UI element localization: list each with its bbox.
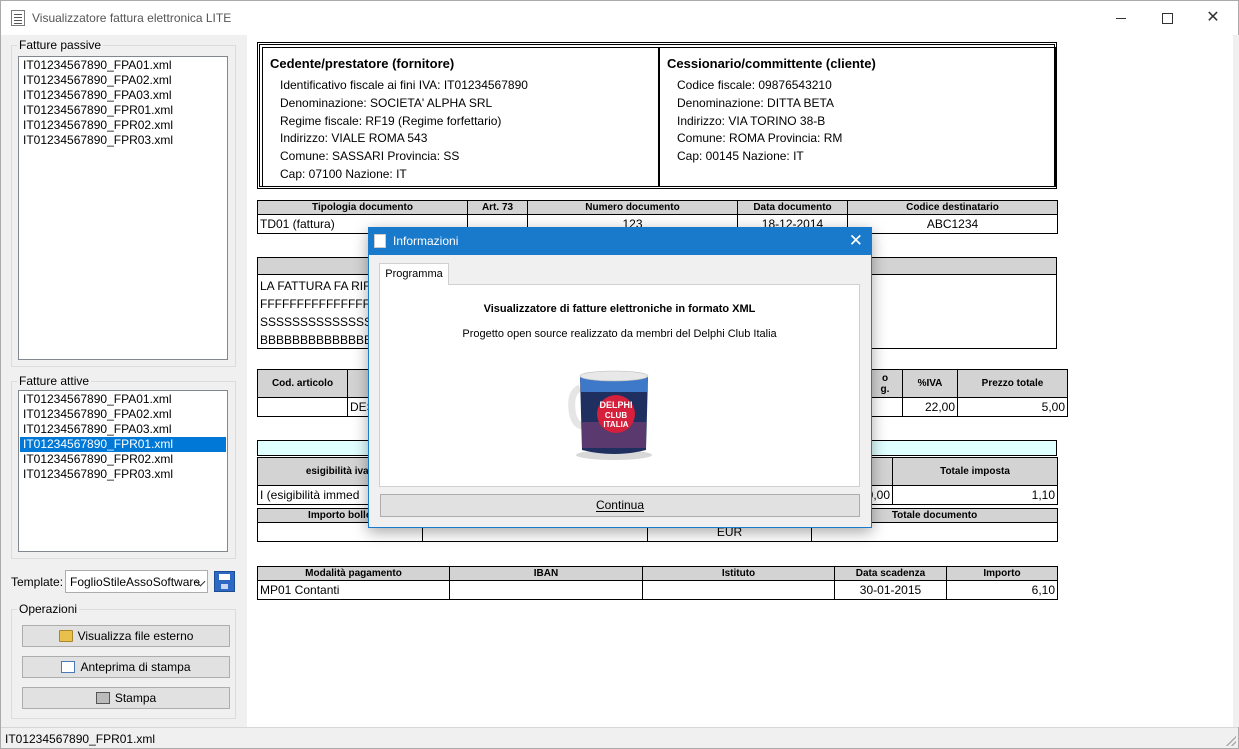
operations-label: Operazioni	[17, 602, 80, 616]
print-preview-icon	[61, 661, 76, 673]
table-header: Istituto	[642, 566, 835, 581]
list-item[interactable]: IT01234567890_FPR02.xml	[20, 118, 226, 133]
list-item[interactable]: IT01234567890_FPA02.xml	[20, 73, 226, 88]
tab-programma[interactable]: Programma	[379, 263, 449, 285]
delphi-club-mug-logo: DELPHI CLUB ITALIA	[568, 370, 652, 460]
table-header: Data documento	[737, 200, 848, 215]
passive-invoices-label: Fatture passive	[17, 38, 104, 52]
status-bar: IT01234567890_FPR01.xml	[1, 727, 1238, 748]
cedente-row: Indirizzo: VIALE ROMA 543	[280, 131, 428, 146]
status-text: IT01234567890_FPR01.xml	[5, 732, 156, 746]
print-preview-label: Anteprima di stampa	[80, 660, 191, 674]
mug-text-club: CLUB	[605, 411, 627, 420]
table-header: Data scadenza	[834, 566, 947, 581]
list-item[interactable]: IT01234567890_FPR03.xml	[20, 133, 226, 148]
table-cell: MP01 Contanti	[257, 580, 450, 600]
print-label: Stampa	[114, 691, 157, 705]
list-item[interactable]: IT01234567890_FPR03.xml	[20, 467, 226, 482]
table-header: Modalità pagamento	[257, 566, 450, 581]
table-cell: 22,00	[902, 397, 958, 417]
table-header: IBAN	[449, 566, 643, 581]
dialog-title: Informazioni	[393, 234, 459, 248]
maximize-button[interactable]	[1144, 1, 1190, 35]
list-item[interactable]: IT01234567890_FPA02.xml	[20, 407, 226, 422]
table-header: Art. 73	[467, 200, 528, 215]
cedente-row: Regime fiscale: RF19 (Regime forfettario…	[280, 113, 502, 128]
tab-page-programma: Visualizzatore di fatture elettroniche i…	[379, 284, 860, 487]
table-header: Prezzo totale	[957, 369, 1068, 398]
table-cell: 30-01-2015	[834, 580, 947, 600]
list-item[interactable]: IT01234567890_FPA03.xml	[20, 88, 226, 103]
folder-icon	[58, 630, 73, 642]
cedente-box: Cedente/prestatore (fornitore) Identific…	[262, 47, 659, 187]
print-preview-button[interactable]: Anteprima di stampa	[22, 656, 230, 678]
cedente-heading: Cedente/prestatore (fornitore)	[270, 56, 455, 71]
window-title: Visualizzatore fattura elettronica LITE	[32, 11, 232, 25]
cedente-row: Identificativo fiscale ai fini IVA: IT01…	[280, 78, 528, 92]
cessionario-row: Indirizzo: VIA TORINO 38-B	[677, 113, 826, 128]
active-invoices-list[interactable]: IT01234567890_FPA01.xml IT01234567890_FPA…	[18, 390, 228, 552]
table-cell: 6,10	[946, 580, 1058, 600]
table-header: Totale imposta	[892, 457, 1058, 486]
print-button[interactable]: Stampa	[22, 687, 230, 709]
dialog-heading: Visualizzatore di fatture elettroniche i…	[483, 303, 756, 315]
cessionario-row: Comune: ROMA Provincia: RM	[677, 131, 843, 146]
passive-invoices-list[interactable]: IT01234567890_FPA01.xml IT01234567890_FPA…	[18, 56, 228, 360]
table-cell: 5,00	[957, 397, 1068, 417]
table-cell	[257, 397, 348, 417]
table-cell	[449, 580, 643, 600]
dialog-close-button[interactable]: ✕	[849, 231, 863, 251]
continue-label: Continua	[595, 498, 645, 512]
cedente-row: Cap: 07100 Nazione: IT	[280, 166, 407, 181]
list-item[interactable]: IT01234567890_FPR01.xml	[20, 103, 226, 118]
table-header: Importo	[946, 566, 1058, 581]
app-icon	[11, 10, 25, 26]
list-item[interactable]: IT01234567890_FPR01.xml	[20, 437, 226, 452]
list-item[interactable]: IT01234567890_FPA03.xml	[20, 422, 226, 437]
list-item[interactable]: IT01234567890_FPR02.xml	[20, 452, 226, 467]
table-header: %IVA	[902, 369, 958, 398]
table-cell	[867, 397, 903, 417]
view-external-file-button[interactable]: Visualizza file esterno	[22, 625, 230, 647]
table-header: o g.	[867, 369, 903, 398]
table-cell	[642, 580, 835, 600]
mug-text-delphi: DELPHI	[599, 400, 632, 410]
template-select[interactable]: FoglioStileAssoSoftware	[65, 570, 208, 593]
dialog-app-icon	[374, 234, 386, 248]
view-external-file-label: Visualizza file esterno	[77, 629, 194, 643]
printer-icon	[95, 692, 110, 704]
table-header: Tipologia documento	[257, 200, 468, 215]
main-window: Visualizzatore fattura elettronica LITE …	[0, 0, 1239, 749]
minimize-button[interactable]	[1098, 1, 1144, 35]
vertical-scrollbar[interactable]	[1233, 35, 1239, 727]
table-cell: ABC1234	[847, 214, 1058, 234]
list-item[interactable]: IT01234567890_FPA01.xml	[20, 58, 226, 73]
parties-box: Cedente/prestatore (fornitore) Identific…	[257, 42, 1057, 189]
cessionario-heading: Cessionario/committente (cliente)	[667, 56, 876, 71]
title-bar: Visualizzatore fattura elettronica LITE …	[1, 1, 1238, 35]
table-cell: 1,10	[892, 485, 1058, 505]
save-template-button[interactable]	[214, 571, 235, 592]
table-header: Codice destinatario	[847, 200, 1058, 215]
mug-text-italia: ITALIA	[603, 420, 628, 429]
dialog-title-bar: Informazioni ✕	[369, 228, 871, 255]
template-label: Template:	[11, 575, 64, 589]
cessionario-row: Codice fiscale: 09876543210	[677, 78, 832, 92]
resize-grip-icon[interactable]	[1226, 736, 1236, 746]
list-item[interactable]: IT01234567890_FPA01.xml	[20, 392, 226, 407]
cessionario-row: Cap: 00145 Nazione: IT	[677, 149, 804, 164]
template-value: FoglioStileAssoSoftware	[70, 575, 201, 589]
payment-table: Modalità pagamento IBAN Istituto Data sc…	[257, 566, 1058, 600]
continue-button[interactable]: Continua	[380, 494, 860, 517]
info-dialog: Informazioni ✕ Programma Visualizzatore …	[368, 227, 872, 528]
cedente-row: Denominazione: SOCIETA' ALPHA SRL	[280, 95, 493, 110]
cessionario-box: Cessionario/committente (cliente) Codice…	[659, 47, 1056, 187]
dialog-description: Progetto open source realizzato da membr…	[462, 328, 777, 340]
close-window-button[interactable]: ✕	[1190, 1, 1236, 35]
cessionario-row: Denominazione: DITTA BETA	[677, 95, 834, 110]
table-header: Numero documento	[527, 200, 738, 215]
cedente-row: Comune: SASSARI Provincia: SS	[280, 149, 460, 164]
table-header: Cod. articolo	[257, 369, 348, 398]
active-invoices-label: Fatture attive	[17, 374, 92, 388]
